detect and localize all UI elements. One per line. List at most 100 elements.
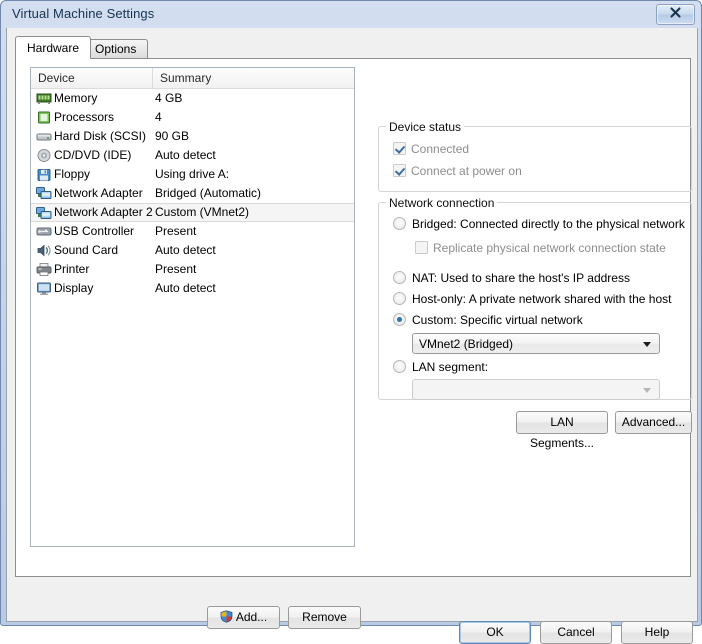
dialog-client-area: Hardware Options Device Summary Memory 4… — [6, 28, 698, 644]
device-status-legend: Device status — [386, 120, 465, 134]
lan-segment-combobox — [412, 379, 660, 400]
connect-at-power-on-checkbox[interactable] — [393, 164, 406, 177]
device-name: Display — [54, 281, 94, 295]
radio-bridged[interactable]: Bridged: Connected directly to the physi… — [393, 217, 685, 231]
device-name: Network Adapter 2 — [54, 205, 153, 219]
device-name: USB Controller — [54, 224, 135, 238]
network-connection-group: Network connection Bridged: Connected di… — [378, 196, 692, 400]
device-summary: Custom (VMnet2) — [155, 205, 250, 219]
device-name: CD/DVD (IDE) — [54, 148, 132, 162]
device-status-group: Device status Connected Connect at power… — [378, 120, 692, 192]
tab-hardware[interactable]: Hardware — [15, 36, 92, 59]
device-summary: 90 GB — [155, 129, 190, 143]
memory-icon — [36, 91, 52, 106]
table-row[interactable]: Network Adapter Bridged (Automatic) — [31, 184, 354, 203]
lan-segment-radio-button[interactable] — [393, 360, 406, 373]
lan-segment-label: LAN segment: — [412, 360, 489, 374]
uac-shield-icon — [220, 609, 233, 623]
hard-disk-icon — [36, 129, 52, 144]
device-list-rows: Memory 4 GB Processors 4 Hard Disk (SCSI… — [31, 89, 354, 298]
device-name: Memory — [54, 91, 98, 105]
hardware-tab-panel: Device Summary Memory 4 GB Processors 4 … — [15, 58, 692, 629]
help-button[interactable]: Help — [621, 621, 693, 644]
table-row[interactable]: Printer Present — [31, 260, 354, 279]
column-header-summary[interactable]: Summary — [153, 68, 354, 88]
radio-host-only[interactable]: Host-only: A private network shared with… — [393, 292, 671, 306]
display-icon — [36, 281, 52, 296]
lan-segments-button-label: LAN Segments... — [529, 415, 595, 450]
replicate-label: Replicate physical network connection st… — [433, 241, 666, 255]
chevron-down-icon — [643, 387, 651, 393]
host-only-radio-button[interactable] — [393, 292, 406, 305]
device-summary: Auto detect — [155, 148, 216, 162]
replicate-checkbox — [415, 241, 428, 254]
table-row[interactable]: Processors 4 — [31, 108, 354, 127]
table-row[interactable]: Hard Disk (SCSI) 90 GB — [31, 127, 354, 146]
table-row[interactable]: Memory 4 GB — [31, 89, 354, 108]
device-summary: Auto detect — [155, 243, 216, 257]
custom-label: Custom: Specific virtual network — [412, 313, 583, 327]
device-list[interactable]: Device Summary Memory 4 GB Processors 4 … — [30, 67, 355, 547]
tab-hardware-label: Hardware — [27, 41, 80, 55]
radio-custom[interactable]: Custom: Specific virtual network — [393, 313, 583, 327]
network-connection-legend: Network connection — [386, 196, 498, 210]
tab-options-label: Options — [95, 42, 137, 56]
table-row[interactable]: Sound Card Auto detect — [31, 241, 354, 260]
chevron-down-icon — [643, 341, 651, 347]
device-summary: Auto detect — [155, 281, 216, 295]
connect-at-power-on-checkbox-row[interactable]: Connect at power on — [393, 164, 522, 178]
connected-label: Connected — [411, 142, 470, 156]
device-name: Processors — [54, 110, 115, 124]
device-name: Sound Card — [54, 243, 119, 257]
connect-at-power-on-label: Connect at power on — [411, 164, 522, 178]
connected-checkbox-row[interactable]: Connected — [393, 142, 469, 156]
device-summary: 4 — [155, 110, 162, 124]
printer-icon — [36, 262, 52, 277]
virtual-machine-settings-window: Virtual Machine Settings Hardware Option… — [0, 0, 702, 644]
custom-network-combobox[interactable]: VMnet2 (Bridged) — [412, 333, 660, 354]
cancel-button-label: Cancel — [557, 625, 595, 639]
close-icon — [657, 5, 694, 24]
add-button-label: Add... — [235, 610, 268, 624]
remove-button-label: Remove — [302, 610, 347, 624]
window-title: Virtual Machine Settings — [12, 6, 155, 21]
advanced-button-label: Advanced... — [621, 415, 686, 429]
nat-radio-button[interactable] — [393, 271, 406, 284]
title-bar: Virtual Machine Settings — [1, 1, 702, 28]
network-adapter-icon — [36, 186, 52, 201]
custom-network-value: VMnet2 (Bridged) — [419, 337, 514, 351]
device-summary: Bridged (Automatic) — [155, 186, 262, 200]
device-name: Network Adapter — [54, 186, 143, 200]
cancel-button[interactable]: Cancel — [540, 621, 612, 644]
device-name: Hard Disk (SCSI) — [54, 129, 147, 143]
table-row-selected[interactable]: Network Adapter 2 Custom (VMnet2) — [31, 203, 354, 222]
processor-icon — [36, 110, 52, 125]
table-row[interactable]: USB Controller Present — [31, 222, 354, 241]
ok-button-label: OK — [486, 625, 504, 639]
bridged-radio-button[interactable] — [393, 217, 406, 230]
nat-label: NAT: Used to share the host's IP address — [412, 271, 630, 285]
table-row[interactable]: Display Auto detect — [31, 279, 354, 298]
tab-options[interactable]: Options — [83, 39, 149, 58]
radio-lan-segment[interactable]: LAN segment: — [393, 360, 488, 374]
device-summary: Present — [155, 262, 197, 276]
help-button-label: Help — [644, 625, 670, 639]
column-header-device[interactable]: Device — [31, 68, 153, 88]
tab-strip: Hardware Options — [15, 36, 691, 59]
ok-button[interactable]: OK — [459, 621, 531, 644]
table-row[interactable]: CD/DVD (IDE) Auto detect — [31, 146, 354, 165]
usb-controller-icon — [36, 224, 52, 239]
connected-checkbox[interactable] — [393, 142, 406, 155]
cd-dvd-icon — [36, 148, 52, 163]
replicate-checkbox-row: Replicate physical network connection st… — [415, 241, 666, 255]
device-name: Printer — [54, 262, 90, 276]
advanced-button[interactable]: Advanced... — [615, 411, 692, 434]
device-summary: 4 GB — [155, 91, 183, 105]
custom-radio-button[interactable] — [393, 313, 406, 326]
lan-segments-button[interactable]: LAN Segments... — [516, 411, 608, 450]
close-button[interactable] — [656, 4, 695, 25]
radio-nat[interactable]: NAT: Used to share the host's IP address — [393, 271, 630, 285]
table-row[interactable]: Floppy Using drive A: — [31, 165, 354, 184]
bridged-label: Bridged: Connected directly to the physi… — [412, 217, 685, 231]
network-adapter-icon — [36, 206, 52, 221]
